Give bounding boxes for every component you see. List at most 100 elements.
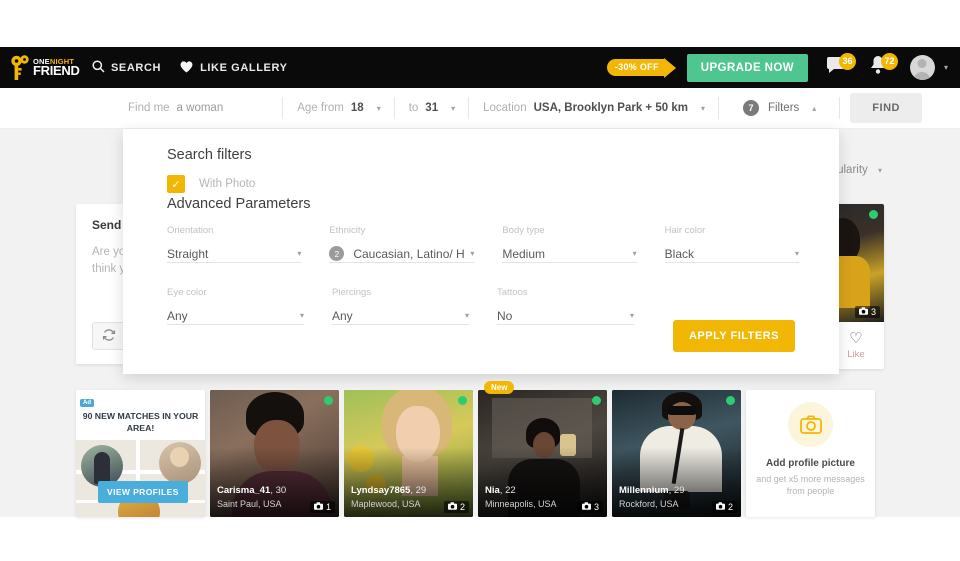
messages-count-badge: 36: [839, 53, 856, 70]
chevron-down-icon[interactable]: ▾: [944, 63, 948, 72]
find-me-value: a woman: [177, 102, 224, 114]
field-eye-color[interactable]: Eye color Any ▾: [167, 287, 304, 335]
field-value: No: [497, 309, 624, 323]
profile-card-wrap: Carisma_41, 30 Saint Paul, USA 1: [210, 390, 339, 517]
profile-name: Millennium: [619, 485, 669, 496]
chevron-down-icon[interactable]: ▾: [795, 249, 799, 258]
location-field[interactable]: Location USA, Brooklyn Park + 50 km ▾: [469, 88, 719, 129]
field-tattoos[interactable]: Tattoos No ▾: [497, 287, 634, 335]
field-hair-color[interactable]: Hair color Black ▾: [665, 225, 799, 273]
refresh-icon: [102, 328, 116, 345]
chevron-down-icon[interactable]: ▾: [465, 311, 469, 320]
app-root: ONENIGHT FRIEND SEARCH LIKE GALLERY -30%…: [0, 0, 960, 561]
profile-card[interactable]: Millennium, 29 Rockford, USA 2: [612, 390, 741, 517]
with-photo-label: With Photo: [199, 178, 255, 190]
field-control[interactable]: Medium ▾: [502, 245, 636, 263]
find-me-field[interactable]: Find me a woman: [114, 88, 283, 129]
field-piercings[interactable]: Piercings Any ▾: [332, 287, 469, 335]
with-photo-checkbox[interactable]: ✓: [167, 175, 185, 193]
field-label: Eye color: [167, 287, 304, 298]
nav-search[interactable]: SEARCH: [92, 60, 161, 76]
age-to-field[interactable]: to 31 ▾: [395, 88, 469, 129]
logo-wordmark: ONENIGHT FRIEND: [33, 58, 80, 78]
ad-card[interactable]: Ad 90 NEW MATCHES IN YOUR AREA! VIEW PRO…: [76, 390, 205, 517]
field-value: Medium: [502, 247, 626, 261]
camera-icon: [314, 502, 323, 512]
photo-count: 2: [728, 502, 733, 512]
apply-filters-button[interactable]: APPLY FILTERS: [673, 320, 795, 352]
field-label: Body type: [502, 225, 636, 236]
online-status-dot: [458, 396, 467, 405]
avatar[interactable]: [910, 55, 935, 80]
view-profiles-button[interactable]: VIEW PROFILES: [98, 481, 188, 503]
ad-map-image: VIEW PROFILES: [76, 440, 205, 517]
profile-card[interactable]: Lyndsay7865, 29 Maplewood, USA 2: [344, 390, 473, 517]
online-status-dot: [726, 396, 735, 405]
heart-outline-icon: ♡: [849, 331, 862, 346]
chevron-down-icon[interactable]: ▾: [451, 104, 455, 113]
profile-card[interactable]: Carisma_41, 30 Saint Paul, USA 1: [210, 390, 339, 517]
photo-count-badge: 3: [578, 501, 603, 513]
age-from-label: Age from: [297, 102, 344, 114]
chevron-down-icon[interactable]: ▾: [701, 104, 705, 113]
find-button[interactable]: FIND: [850, 93, 922, 123]
location-label: Location: [483, 102, 526, 114]
chevron-down-icon[interactable]: ▾: [633, 249, 637, 258]
search-bar: Find me a woman Age from 18 ▾ to 31 ▾ Lo…: [0, 88, 960, 129]
chevron-down-icon[interactable]: ▾: [297, 249, 301, 258]
age-to-label: to: [409, 102, 419, 114]
profile-location: Rockford, USA: [619, 499, 679, 509]
camera-icon: [859, 307, 868, 317]
check-icon: ✓: [171, 178, 180, 191]
upgrade-now-button[interactable]: UPGRADE NOW: [687, 54, 808, 82]
profile-age: 22: [505, 485, 516, 496]
with-photo-checkbox-row[interactable]: ✓ With Photo: [167, 175, 255, 193]
ad-title: 90 NEW MATCHES IN YOUR AREA!: [82, 410, 199, 434]
side-photo-count: 3: [871, 307, 876, 317]
add-picture-subtitle: and get x5 more messages from people: [746, 473, 875, 497]
age-to-value: 31: [425, 102, 438, 114]
chevron-down-icon[interactable]: ▾: [300, 311, 304, 320]
nav-like-gallery[interactable]: LIKE GALLERY: [179, 60, 287, 76]
profile-name-age: Nia, 22: [485, 485, 516, 496]
filters-toggle[interactable]: 7 Filters ▴: [719, 88, 840, 129]
field-body-type[interactable]: Body type Medium ▾: [502, 225, 636, 273]
field-control[interactable]: Straight ▾: [167, 245, 301, 263]
profile-card[interactable]: Nia, 22 Minneapolis, USA 3: [478, 390, 607, 517]
field-control[interactable]: Black ▾: [665, 245, 799, 263]
profile-card-wrap: New Nia, 22 Minneapolis, USA 3: [478, 390, 607, 517]
field-control[interactable]: 2 Caucasian, Latino/ Hi... ▾: [329, 245, 474, 263]
chevron-down-icon[interactable]: ▾: [630, 311, 634, 320]
messages-button[interactable]: 36: [826, 55, 850, 81]
camera-icon: [788, 402, 833, 447]
field-label: Tattoos: [497, 287, 634, 298]
field-value: Caucasian, Latino/ Hi...: [353, 247, 464, 261]
profile-name: Nia: [485, 485, 500, 496]
profile-location: Minneapolis, USA: [485, 499, 557, 509]
notifications-button[interactable]: 72: [868, 55, 892, 81]
chevron-down-icon[interactable]: ▾: [878, 166, 882, 175]
logo-line2: FRIEND: [33, 64, 80, 77]
like-label: Like: [847, 349, 864, 360]
field-control[interactable]: Any ▾: [332, 307, 469, 325]
discount-ribbon[interactable]: -30% OFF: [607, 59, 665, 76]
profile-name: Carisma_41: [217, 485, 270, 496]
chevron-down-icon[interactable]: ▾: [470, 249, 474, 258]
field-control[interactable]: Any ▾: [167, 307, 304, 325]
age-from-field[interactable]: Age from 18 ▾: [283, 88, 394, 129]
field-value: Straight: [167, 247, 291, 261]
chevron-up-icon[interactable]: ▴: [812, 104, 816, 113]
advanced-parameters-title: Advanced Parameters: [167, 196, 310, 212]
chevron-down-icon[interactable]: ▾: [377, 104, 381, 113]
profile-name-age: Millennium, 29: [619, 485, 684, 496]
add-profile-picture-card[interactable]: Add profile picture and get x5 more mess…: [746, 390, 875, 517]
filters-label: Filters: [768, 102, 799, 114]
photo-art: [667, 406, 697, 415]
nav-search-label: SEARCH: [111, 62, 161, 74]
field-control[interactable]: No ▾: [497, 307, 634, 325]
field-ethnicity[interactable]: Ethnicity 2 Caucasian, Latino/ Hi... ▾: [329, 225, 474, 273]
photo-count-badge: 2: [444, 501, 469, 513]
site-logo[interactable]: ONENIGHT FRIEND: [10, 55, 74, 81]
field-orientation[interactable]: Orientation Straight ▾: [167, 225, 301, 273]
refresh-button[interactable]: [92, 322, 126, 350]
